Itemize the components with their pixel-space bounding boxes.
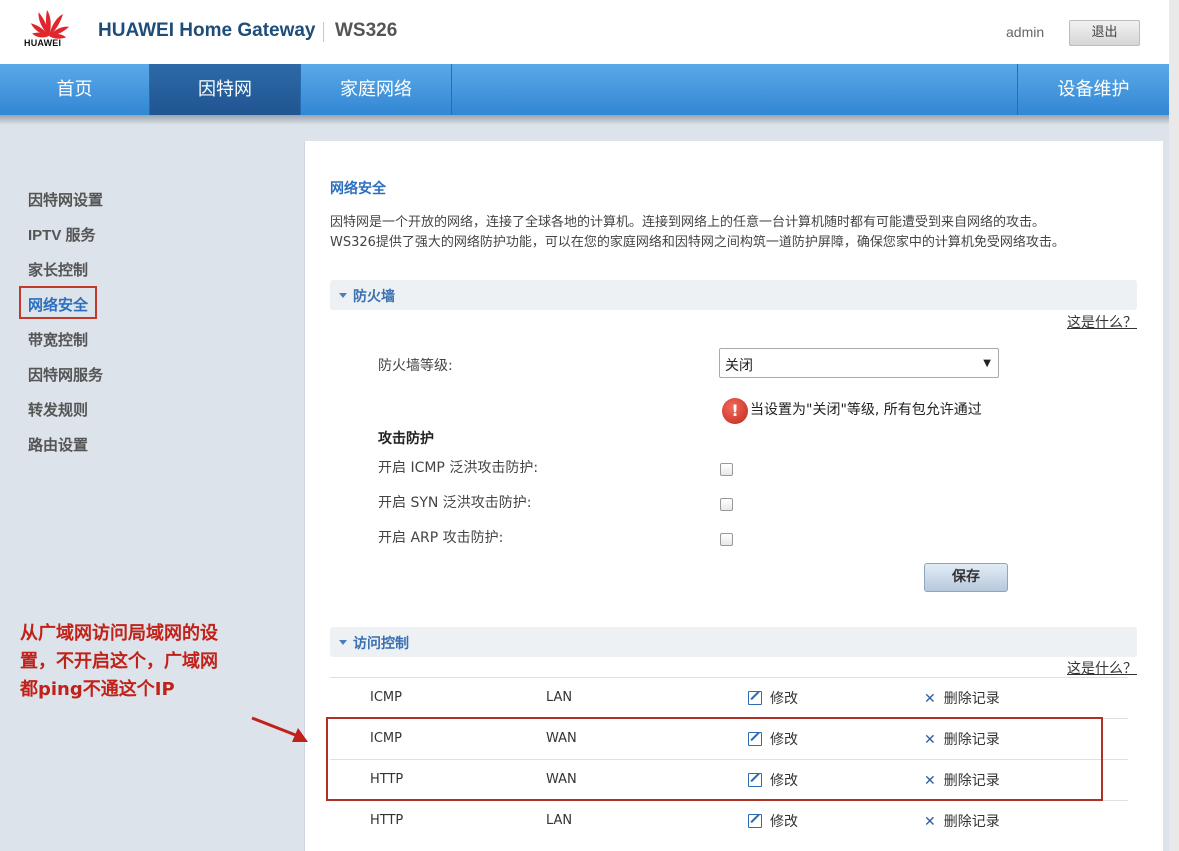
access-help-link[interactable]: 这是什么？ [1067,658,1137,678]
header: HUAWEI HUAWEI Home Gateway WS326 admin 退… [0,0,1179,64]
firewall-help-link[interactable]: 这是什么？ [1067,312,1137,332]
row-side: LAN [546,813,573,828]
annotation-arrow-icon [251,716,308,742]
firewall-level-label: 防火墙等级: [378,358,453,374]
delete-icon: ✕ [924,691,936,707]
sidebar-item-iptv[interactable]: IPTV 服务 [28,224,96,245]
firewall-level-value: 关闭 [725,358,753,374]
firewall-section-title: 防火墙 [353,289,395,305]
edit-icon [748,691,762,705]
firewall-section-header[interactable]: 防火墙 [330,280,1137,310]
arp-attack-label: 开启 ARP 攻击防护: [378,530,504,546]
syn-flood-label: 开启 SYN 泛洪攻击防护: [378,495,532,511]
logout-button[interactable]: 退出 [1069,20,1140,46]
row-side: LAN [546,690,573,705]
table-row: HTTP LAN 修改 ✕ 删除记录 [330,800,1128,841]
nav-internet[interactable]: 因特网 [150,64,300,115]
scrollbar[interactable] [1169,0,1179,851]
arp-attack-checkbox[interactable] [720,533,733,546]
edit-icon [748,814,762,828]
intro-line-1: 因特网是一个开放的网络，连接了全球各地的计算机。连接到网络上的任意一台计算机随时… [330,215,1046,230]
nav-shadow [0,115,1169,125]
access-control-section-title: 访问控制 [353,636,409,652]
sidebar-item-bandwidth[interactable]: 带宽控制 [28,329,88,350]
collapse-arrow-icon [339,640,347,645]
page-title: 网络安全 [330,181,386,197]
delete-button[interactable]: ✕ 删除记录 [924,811,1000,831]
syn-flood-checkbox[interactable] [720,498,733,511]
highlight-box-sidebar [19,286,97,319]
sidebar-item-routing[interactable]: 路由设置 [28,434,88,455]
warning-icon: ! [722,398,748,424]
attack-protection-title: 攻击防护 [378,431,434,447]
brand-separator [323,22,324,42]
warning-text: 当设置为"关闭"等级, 所有包允许通过 [750,402,982,418]
icmp-flood-checkbox[interactable] [720,463,733,476]
table-row: ICMP LAN 修改 ✕ 删除记录 [330,677,1128,718]
sidebar-item-parental-control[interactable]: 家长控制 [28,259,88,280]
sidebar-item-internet-services[interactable]: 因特网服务 [28,364,103,385]
save-button[interactable]: 保存 [924,563,1008,592]
main-nav: 首页 因特网 家庭网络 设备维护 [0,64,1169,115]
intro-line-2: WS326提供了强大的网络防护功能，可以在您的家庭网络和因特网之间构筑一道防护屏… [330,235,1065,250]
dropdown-caret-icon: ▼ [983,358,991,369]
highlight-box-wan-rows [326,717,1103,801]
nav-divider [451,64,452,115]
firewall-level-select[interactable]: 关闭 ▼ [719,348,999,378]
access-control-section-header[interactable]: 访问控制 [330,627,1137,657]
brand-title: HUAWEI Home Gateway [98,20,316,41]
row-protocol: HTTP [370,813,404,828]
model-name: WS326 [335,20,398,41]
logo-text: HUAWEI [24,38,62,48]
nav-home-network[interactable]: 家庭网络 [301,64,451,115]
delete-button[interactable]: ✕ 删除记录 [924,688,1000,708]
intro-text: 因特网是一个开放的网络，连接了全球各地的计算机。连接到网络上的任意一台计算机随时… [330,213,1130,253]
nav-home[interactable]: 首页 [0,64,149,115]
username: admin [1006,24,1045,40]
sidebar-item-internet-settings[interactable]: 因特网设置 [28,189,103,210]
sidebar-item-forwarding[interactable]: 转发规则 [28,399,88,420]
icmp-flood-label: 开启 ICMP 泛洪攻击防护: [378,460,539,476]
nav-maintenance[interactable]: 设备维护 [1018,64,1169,115]
collapse-arrow-icon [339,293,347,298]
edit-button[interactable]: 修改 [748,811,798,831]
annotation-note: 从广域网访问局域网的设置，不开启这个，广域网都ping不通这个IP [20,623,218,700]
edit-button[interactable]: 修改 [748,688,798,708]
delete-icon: ✕ [924,814,936,830]
row-protocol: ICMP [370,690,402,705]
